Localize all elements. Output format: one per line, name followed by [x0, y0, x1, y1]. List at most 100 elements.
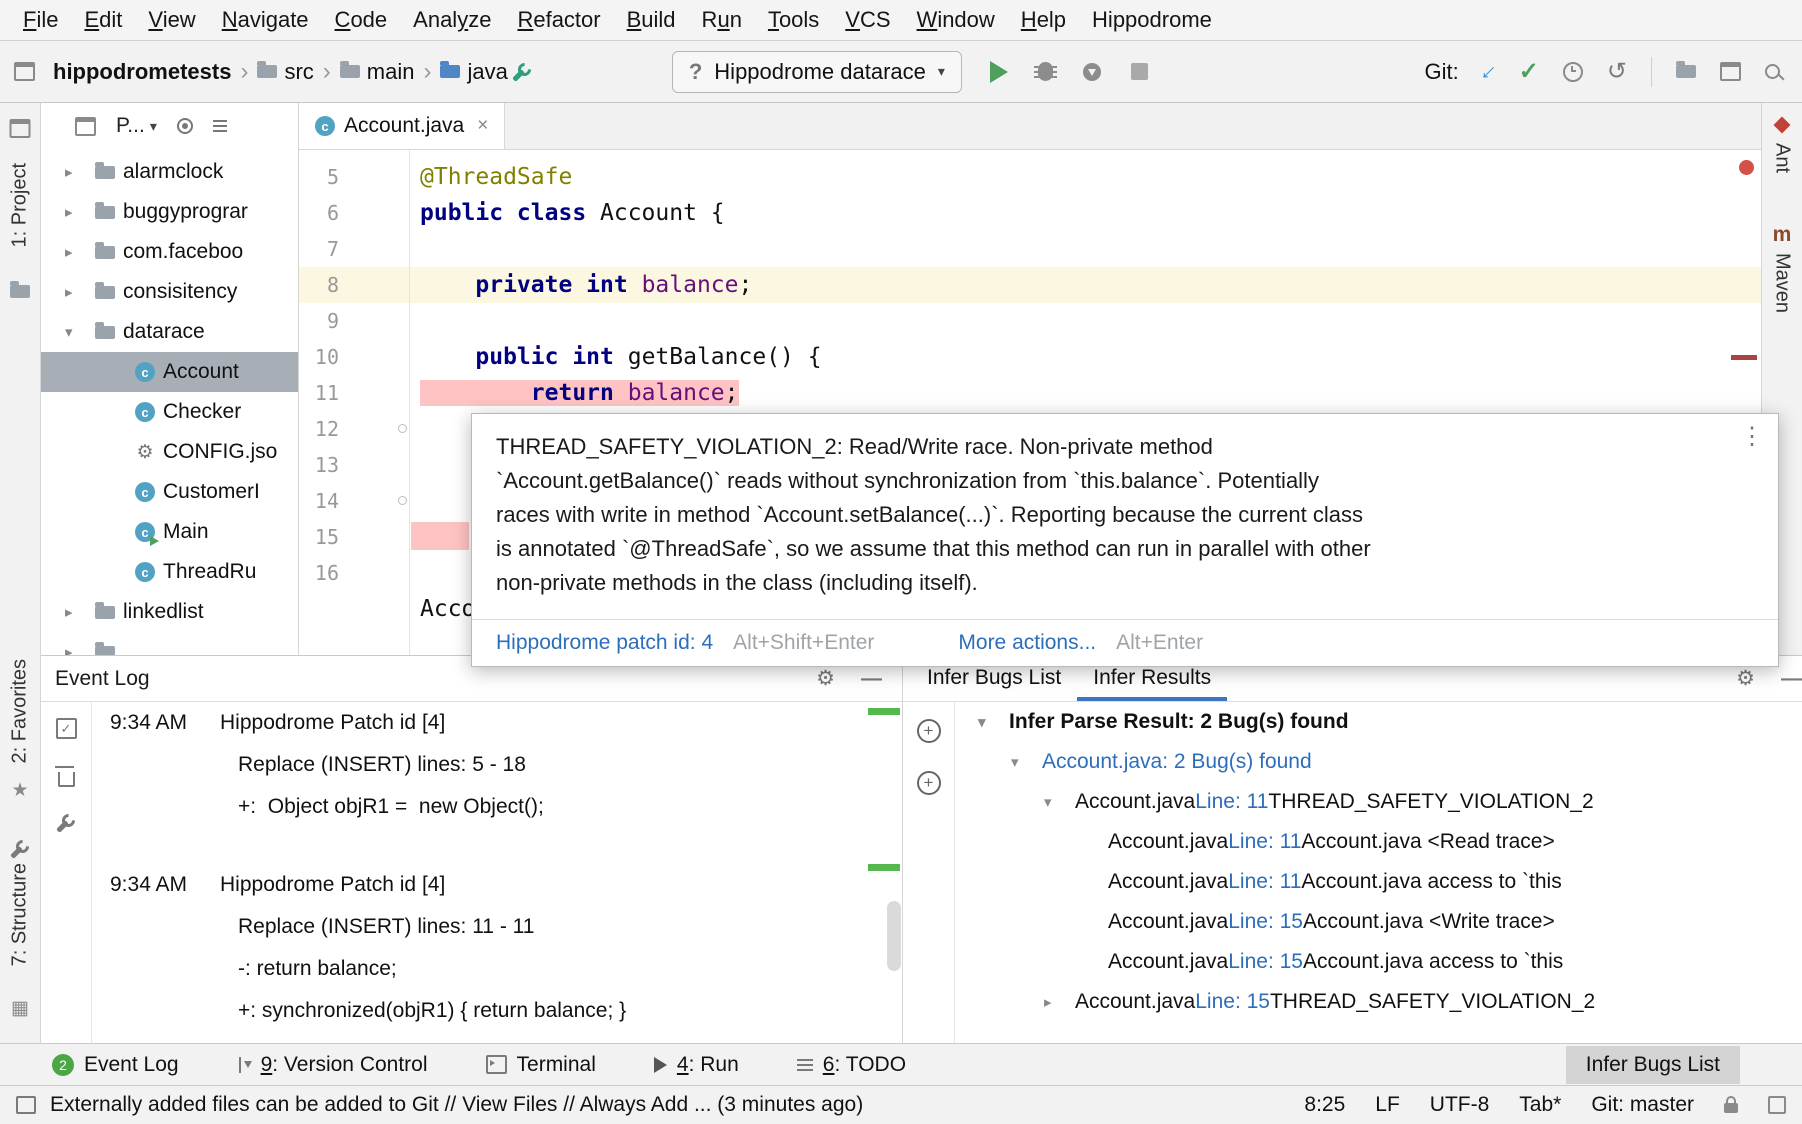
breadcrumb-item-java[interactable]: java — [440, 59, 507, 85]
breadcrumb-item-main[interactable]: main — [340, 59, 415, 85]
menu-item-build[interactable]: Build — [614, 7, 689, 33]
indent-status[interactable]: Tab* — [1519, 1093, 1561, 1117]
more-options-icon[interactable]: ⋮ — [1740, 422, 1764, 451]
menu-item-analyze[interactable]: Analyze — [400, 7, 504, 33]
toolwindow-terminal[interactable]: Terminal — [486, 1053, 596, 1077]
minimize-icon[interactable]: — — [861, 667, 882, 691]
tab-account-java[interactable]: c Account.java × — [299, 103, 505, 149]
stripe-structure-button[interactable]: 7: Structure — [9, 863, 32, 966]
error-indicator-icon[interactable] — [1739, 160, 1754, 175]
toolwindow-9-version-control[interactable]: 9: Version Control — [237, 1053, 428, 1077]
collapse-all-icon[interactable]: + — [917, 771, 941, 795]
stripe-maven-button[interactable]: Maven — [1771, 253, 1794, 313]
lock-icon[interactable] — [1724, 1103, 1738, 1113]
menu-item-run[interactable]: Run — [689, 7, 755, 33]
status-message[interactable]: Externally added files can be added to G… — [50, 1093, 863, 1117]
stop-button[interactable] — [1131, 63, 1148, 80]
rollback-icon[interactable]: ↺ — [1607, 57, 1627, 86]
hide-windows-icon[interactable] — [1768, 1096, 1786, 1114]
infer-row[interactable]: ▸Account.java Line: 15 THREAD_SAFETY_VIO… — [955, 982, 1802, 1022]
line-number[interactable]: 8 — [299, 273, 339, 297]
settings-wrench-icon[interactable] — [56, 813, 76, 833]
tree-arrow-icon[interactable]: ▾ — [61, 323, 95, 341]
infer-row[interactable]: Account.java Line: 15 Account.java acces… — [955, 942, 1802, 982]
toolwindow-6-todo[interactable]: 6: TODO — [797, 1053, 906, 1077]
project-tree-item-buggyprograr[interactable]: ▸buggyprograr — [41, 192, 298, 232]
mark-all-read-icon[interactable]: ✓ — [56, 718, 77, 739]
stripe-favorites-button[interactable]: 2: Favorites — [9, 659, 32, 763]
line-number[interactable]: 6 — [299, 201, 339, 225]
grid-icon[interactable]: ▦ — [11, 997, 29, 1020]
project-tree-item-main[interactable]: cMain — [41, 512, 298, 552]
collapse-all-icon[interactable] — [213, 125, 227, 127]
menu-item-tools[interactable]: Tools — [755, 7, 832, 33]
project-tree-item-com-faceboo[interactable]: ▸com.faceboo — [41, 232, 298, 272]
menu-item-refactor[interactable]: Refactor — [504, 7, 613, 33]
toolwindow-event-log[interactable]: 2Event Log — [52, 1053, 179, 1077]
infer-row[interactable]: ▾Account.java Line: 11 THREAD_SAFETY_VIO… — [955, 782, 1802, 822]
project-tree-item-partial[interactable]: ▸ — [41, 632, 298, 655]
trash-icon[interactable] — [58, 772, 75, 787]
coverage-button[interactable] — [1083, 63, 1101, 81]
menu-item-view[interactable]: View — [135, 7, 208, 33]
project-tree-item-account[interactable]: cAccount — [41, 352, 298, 392]
menu-item-edit[interactable]: Edit — [71, 7, 135, 33]
menu-item-window[interactable]: Window — [904, 7, 1008, 33]
line-number[interactable]: 14 — [299, 489, 339, 513]
tree-arrow-icon[interactable]: ▸ — [61, 283, 95, 301]
stripe-ant-button[interactable]: Ant — [1771, 143, 1794, 173]
tree-arrow-icon[interactable]: ▸ — [61, 203, 95, 221]
update-project-icon[interactable]: ↓ — [1475, 57, 1503, 85]
history-icon[interactable] — [1563, 62, 1583, 82]
commit-icon[interactable]: ✓ — [1519, 57, 1539, 86]
status-event-icon[interactable] — [16, 1096, 36, 1114]
stripe-project-button[interactable]: 1: Project — [9, 163, 32, 247]
locate-file-icon[interactable] — [177, 118, 193, 134]
project-panel-title[interactable]: P... ▾ — [116, 114, 157, 138]
tree-arrow-icon[interactable]: ▾ — [978, 713, 1009, 731]
toolwindow-infer-bugs-list[interactable]: Infer Bugs List — [1566, 1046, 1740, 1084]
project-tree-item-customeri[interactable]: cCustomerI — [41, 472, 298, 512]
tree-arrow-icon[interactable]: ▾ — [1044, 793, 1075, 811]
project-tree-item-linkedlist[interactable]: ▸linkedlist — [41, 592, 298, 632]
expand-all-icon[interactable]: + — [917, 719, 941, 743]
caret-position[interactable]: 8:25 — [1304, 1093, 1345, 1117]
gear-icon[interactable]: ⚙ — [816, 666, 835, 691]
hippodrome-patch-link[interactable]: Hippodrome patch id: 4 — [496, 631, 713, 655]
tree-arrow-icon[interactable]: ▸ — [61, 163, 95, 181]
minimize-icon[interactable]: — — [1781, 667, 1802, 691]
star-icon[interactable]: ★ — [11, 779, 28, 802]
hippodrome-wrench-icon[interactable] — [512, 62, 532, 82]
gear-icon[interactable]: ⚙ — [1736, 666, 1755, 691]
menu-item-help[interactable]: Help — [1008, 7, 1079, 33]
tree-arrow-icon[interactable]: ▸ — [61, 243, 95, 261]
folder-stripe-icon[interactable] — [10, 285, 30, 298]
search-icon[interactable] — [1765, 64, 1780, 79]
project-tree-item-alarmclock[interactable]: ▸alarmclock — [41, 152, 298, 192]
editor-layout-icon[interactable] — [1720, 62, 1741, 81]
line-number[interactable]: 10 — [299, 345, 339, 369]
project-stripe-icon[interactable] — [10, 119, 31, 138]
close-icon[interactable]: × — [477, 115, 488, 137]
error-stripe-mark[interactable] — [1731, 355, 1757, 360]
line-number[interactable]: 15 — [299, 525, 339, 549]
file-encoding[interactable]: UTF-8 — [1430, 1093, 1490, 1117]
project-tree-item-threadru[interactable]: cThreadRu — [41, 552, 298, 592]
line-number[interactable]: 11 — [299, 381, 339, 405]
menu-item-navigate[interactable]: Navigate — [209, 7, 322, 33]
infer-row[interactable]: ▾Infer Parse Result: 2 Bug(s) found — [955, 702, 1802, 742]
line-number[interactable]: 16 — [299, 561, 339, 585]
git-branch[interactable]: Git: master — [1591, 1093, 1694, 1117]
infer-row[interactable]: Account.java Line: 15 Account.java <Writ… — [955, 902, 1802, 942]
menu-item-vcs[interactable]: VCS — [832, 7, 903, 33]
line-number[interactable]: 12 — [299, 417, 339, 441]
more-actions-link[interactable]: More actions... — [958, 631, 1096, 655]
breadcrumb-project[interactable]: hippodrometests — [53, 59, 231, 85]
event-log-scrollbar[interactable] — [887, 901, 901, 971]
folders-icon[interactable] — [1676, 65, 1696, 78]
line-number[interactable]: 9 — [299, 309, 339, 333]
project-tree-item-checker[interactable]: cChecker — [41, 392, 298, 432]
line-number[interactable]: 13 — [299, 453, 339, 477]
line-ending[interactable]: LF — [1375, 1093, 1400, 1117]
debug-button[interactable] — [1038, 62, 1053, 81]
